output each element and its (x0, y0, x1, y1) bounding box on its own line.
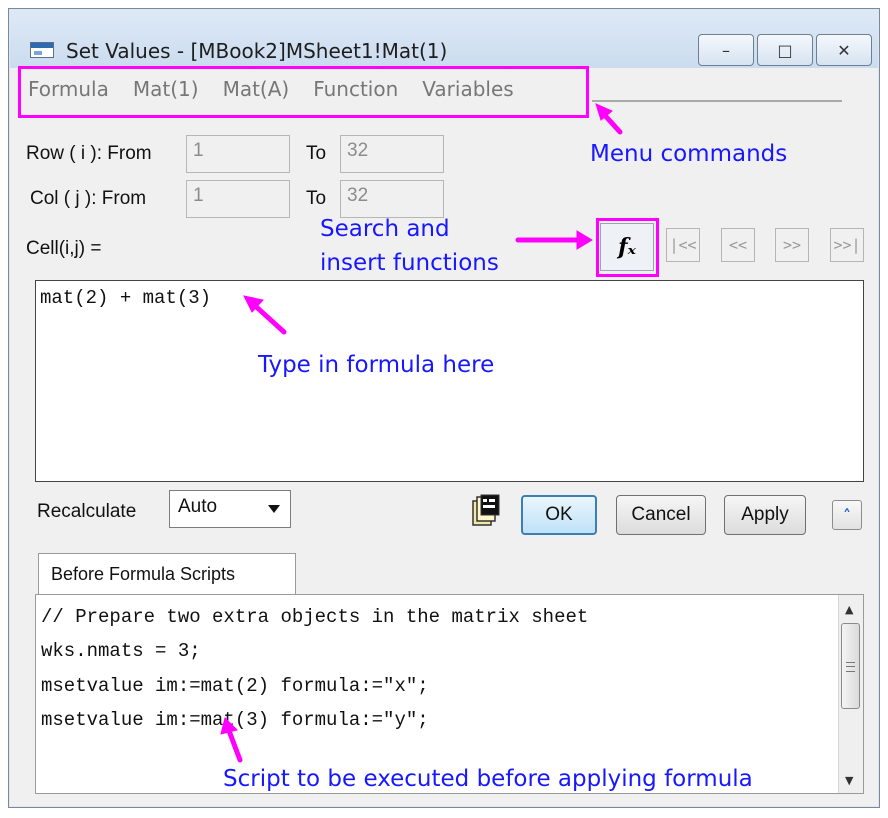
arrow-head-function (576, 230, 593, 250)
annotation-arrows (220, 103, 623, 763)
arrow-to-script (225, 725, 243, 763)
arrow-head-script (220, 717, 238, 735)
